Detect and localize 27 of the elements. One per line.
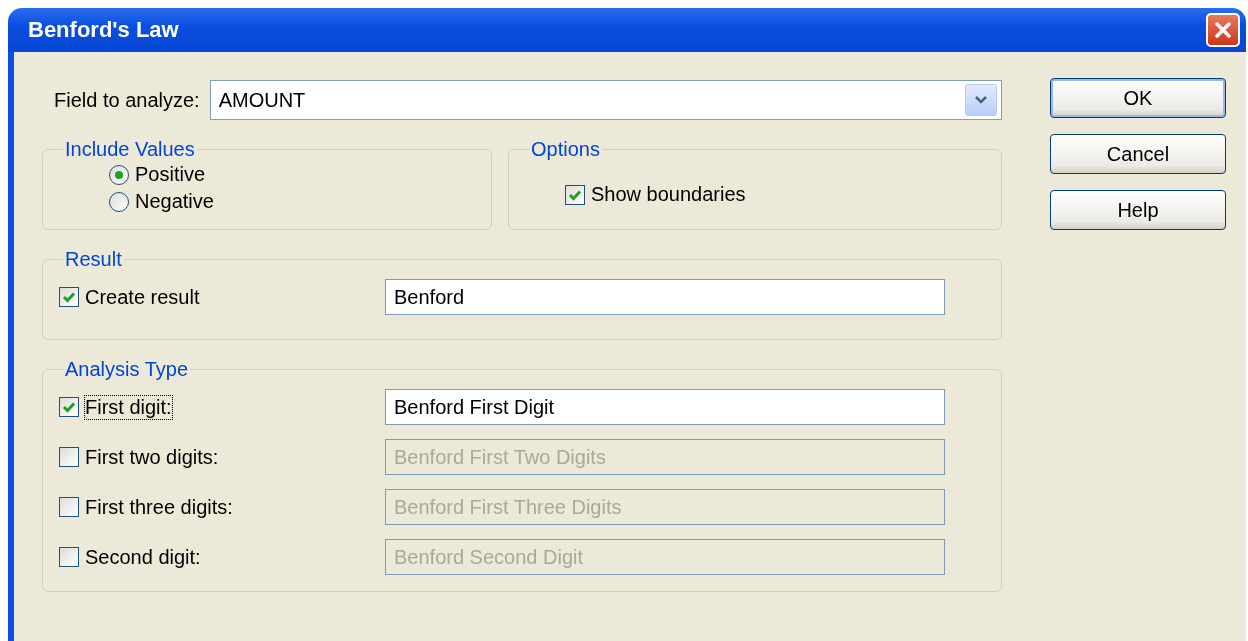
group-title: Options	[530, 138, 601, 161]
group-title: Result	[64, 248, 123, 271]
checkbox[interactable]	[59, 397, 79, 417]
radio-button[interactable]	[109, 191, 129, 212]
checkbox-option[interactable]: First digit:	[59, 395, 385, 419]
group-title: Analysis Type	[64, 358, 190, 381]
check-icon	[62, 401, 76, 413]
dialog-button[interactable]: OK	[1050, 78, 1226, 118]
dialog-button[interactable]: Help	[1050, 190, 1226, 230]
dialog-button[interactable]: Cancel	[1050, 134, 1226, 174]
checkbox[interactable]	[59, 287, 79, 307]
result-name-field[interactable]: Benford	[385, 279, 945, 315]
field-dropdown[interactable]: AMOUNT	[209, 80, 1002, 120]
checkbox-option[interactable]: Show boundaries	[565, 183, 985, 206]
close-icon	[1212, 19, 1234, 41]
check-icon	[62, 291, 76, 303]
checkbox-option[interactable]: Create result	[59, 285, 385, 309]
field-label: Field to analyze:	[54, 88, 200, 112]
output-name-field[interactable]: Benford First Digit	[385, 389, 945, 425]
radio-button[interactable]	[109, 164, 129, 185]
close-button[interactable]	[1206, 13, 1240, 47]
group-title: Include Values	[64, 138, 196, 161]
check-icon	[568, 188, 582, 201]
window-title: Benford's Law	[28, 17, 179, 43]
radio-option[interactable]: Negative	[109, 190, 475, 213]
radio-option[interactable]: Positive	[109, 163, 475, 186]
checkbox[interactable]	[565, 184, 585, 205]
